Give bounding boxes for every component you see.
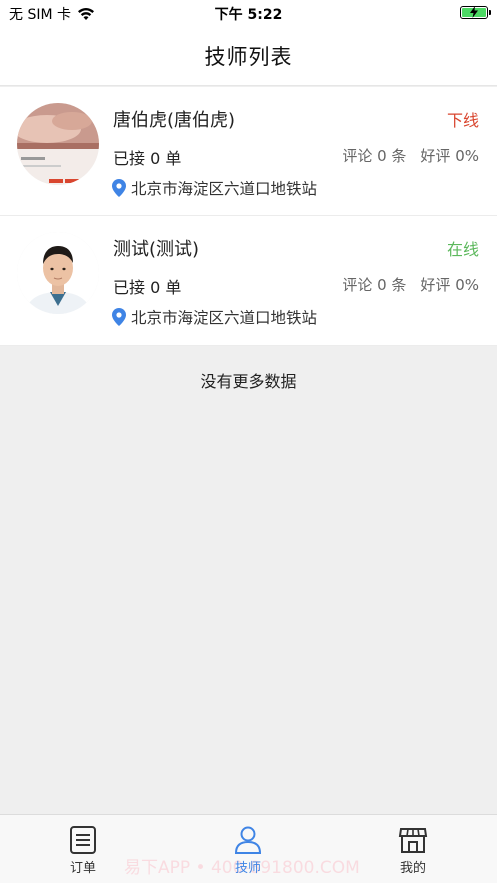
avatar — [17, 103, 99, 185]
order-count: 已接 0 单 — [113, 278, 182, 297]
massage-photo-icon — [17, 103, 99, 185]
rating-percent: 好评 0% — [420, 147, 479, 165]
person-portrait-icon — [17, 232, 99, 314]
stats-group: 评论 0 条 好评 0% — [342, 145, 479, 166]
address-row: 北京市海淀区六道口地铁站 — [112, 177, 317, 199]
store-icon — [398, 828, 428, 853]
technician-list: 唐伯虎(唐伯虎) 下线 已接 0 单 评论 0 条 好评 0% 北京市海淀区六道… — [0, 87, 497, 346]
page-title: 技师列表 — [204, 44, 293, 69]
technician-card[interactable]: 唐伯虎(唐伯虎) 下线 已接 0 单 评论 0 条 好评 0% 北京市海淀区六道… — [0, 87, 497, 216]
comment-count: 评论 0 条 — [342, 276, 407, 294]
technician-name: 唐伯虎(唐伯虎) — [113, 110, 236, 131]
battery-icon — [460, 6, 491, 19]
status-badge: 在线 — [446, 240, 479, 259]
comment-count: 评论 0 条 — [342, 147, 407, 165]
location-pin-icon — [112, 179, 126, 197]
location-pin-icon — [112, 308, 126, 326]
technician-name: 测试(测试) — [113, 239, 200, 260]
avatar — [17, 232, 99, 314]
person-icon — [234, 826, 262, 854]
address-row: 北京市海淀区六道口地铁站 — [112, 306, 317, 328]
status-bar: 无 SIM 卡 下午 5:22 — [0, 0, 497, 26]
tab-orders[interactable]: 订单 — [43, 825, 123, 876]
order-count: 已接 0 单 — [113, 149, 182, 168]
list-end-label: 没有更多数据 — [200, 372, 297, 391]
tab-bar: 易下APP • 400-891800.COM 订单 技师 我的 — [0, 814, 497, 883]
address-text: 北京市海淀区六道口地铁站 — [131, 180, 318, 198]
tab-label: 我的 — [399, 861, 426, 876]
order-list-icon — [70, 826, 96, 854]
status-time: 下午 5:22 — [214, 7, 283, 23]
rating-percent: 好评 0% — [420, 276, 479, 294]
nav-bar: 技师列表 — [0, 26, 497, 86]
status-badge: 下线 — [446, 111, 479, 130]
stats-group: 评论 0 条 好评 0% — [342, 274, 479, 295]
tab-mine[interactable]: 我的 — [373, 825, 453, 876]
technician-card[interactable]: 测试(测试) 在线 已接 0 单 评论 0 条 好评 0% 北京市海淀区六道口地… — [0, 216, 497, 346]
address-text: 北京市海淀区六道口地铁站 — [131, 309, 318, 327]
tab-technicians[interactable]: 技师 — [208, 825, 288, 876]
tab-label: 订单 — [69, 861, 96, 876]
tab-label: 技师 — [234, 861, 261, 876]
